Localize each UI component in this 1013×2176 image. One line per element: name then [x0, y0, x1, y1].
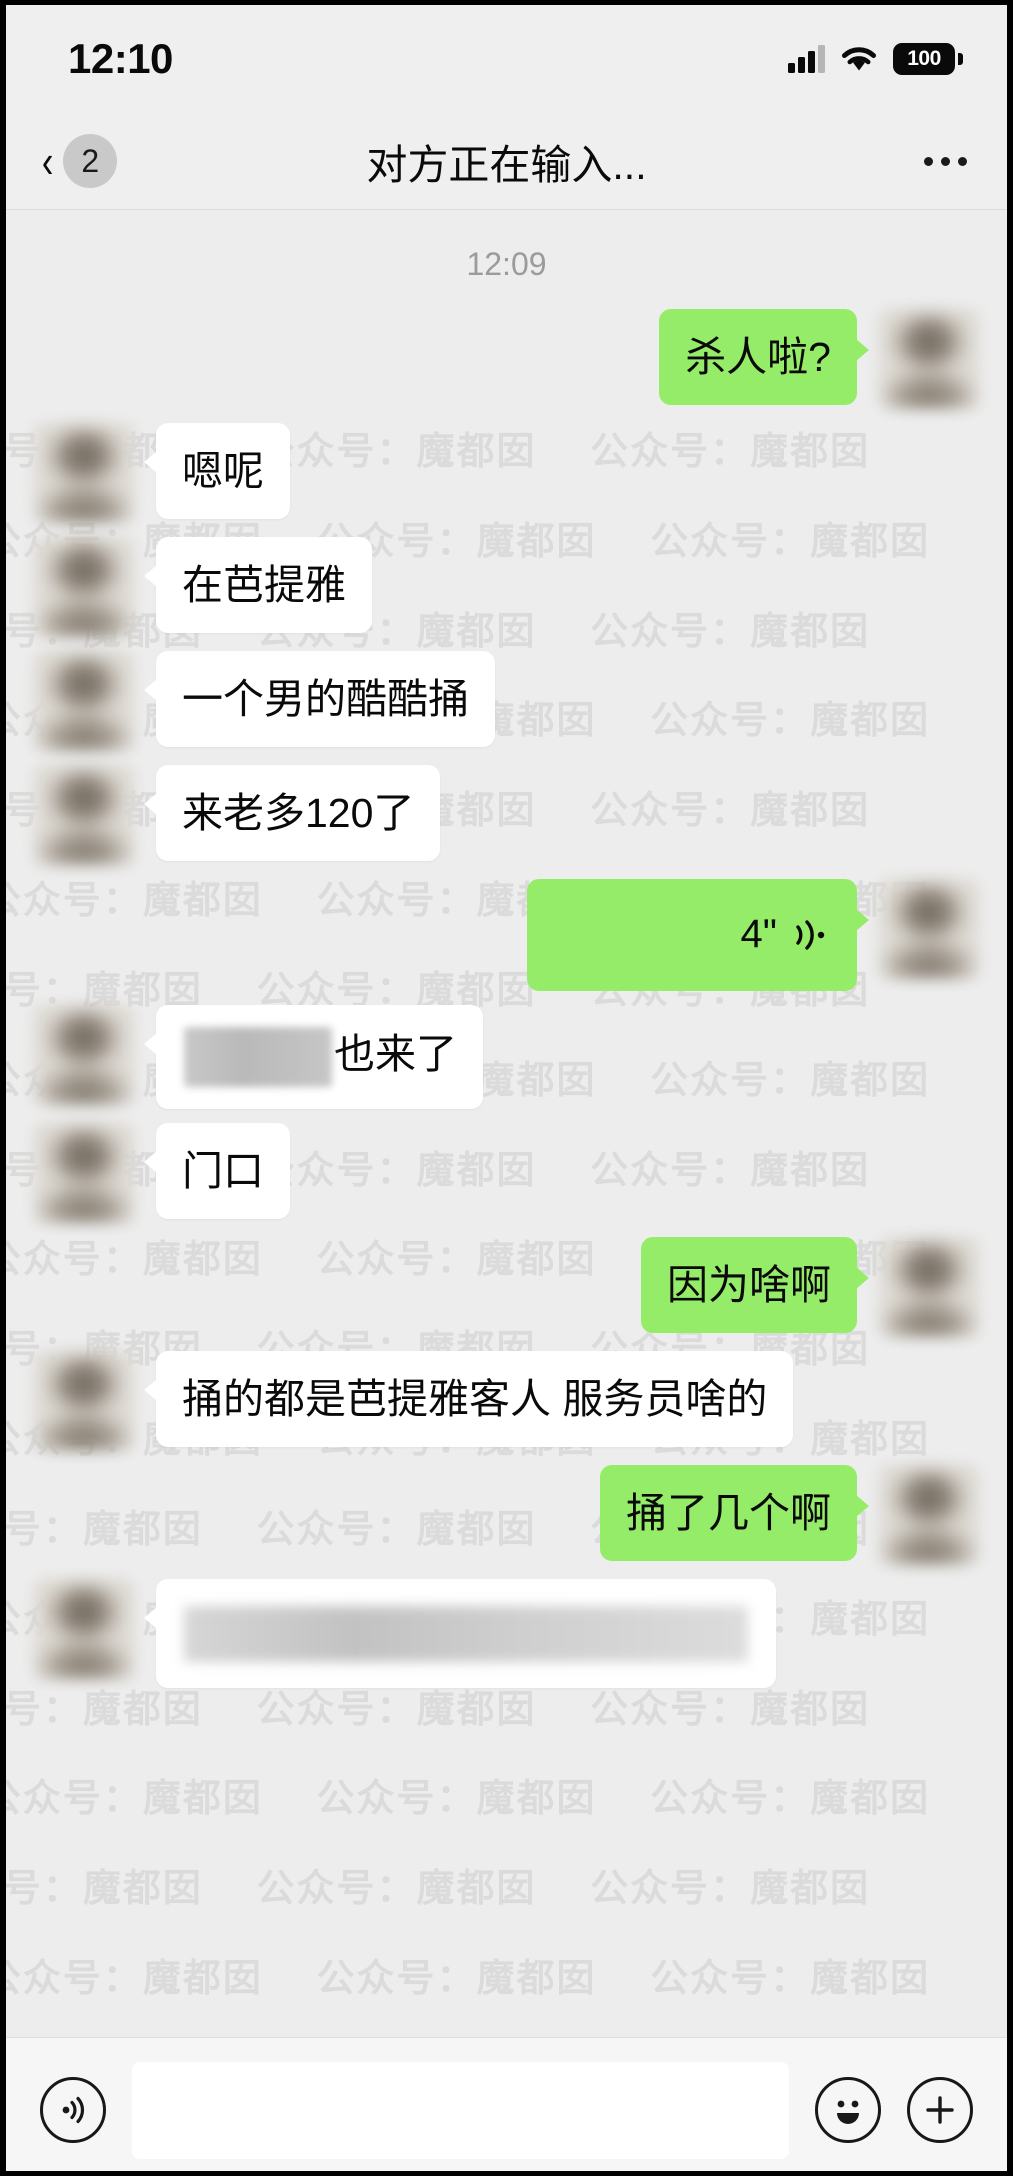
message-bubble[interactable]: 因为啥啊 [641, 1237, 869, 1334]
back-button[interactable]: ‹ 2 [40, 134, 118, 188]
message-list: 12:09 杀人啦? 嗯呢在芭提雅一个男的酷酷捅 来老多120了 4" 也来了门口因为啥… [6, 210, 1007, 1689]
avatar[interactable] [34, 1579, 134, 1679]
incoming-message-row: 来老多120了 [34, 765, 979, 865]
avatar[interactable] [34, 1005, 134, 1105]
avatar[interactable] [879, 879, 979, 979]
voice-wave-icon [791, 914, 831, 956]
message-text: 捅的都是芭提雅客人 服务员啥的 [182, 1376, 768, 1422]
incoming-message-row: 也来了 [34, 1005, 979, 1109]
message-text: 来老多120了 [182, 790, 415, 836]
voice-input-icon[interactable] [40, 2077, 106, 2143]
message-bubble[interactable]: 嗯呢 [144, 423, 290, 520]
message-text: 也来了 [334, 1030, 457, 1077]
redacted-text-block [184, 1606, 748, 1663]
partially-redacted-message-bubble[interactable]: 也来了 [144, 1005, 483, 1109]
avatar[interactable] [879, 1465, 979, 1565]
message-bubble[interactable]: 捅了几个啊 [600, 1465, 869, 1562]
avatar[interactable] [34, 537, 134, 637]
message-input[interactable] [132, 2061, 789, 2159]
incoming-message-row [34, 1579, 979, 1689]
incoming-message-row: 捅的都是芭提雅客人 服务员啥的 [34, 1351, 979, 1451]
watermark-row: 公众号：魔都囡公众号：魔都囡公众号：魔都囡 [6, 1868, 871, 1911]
avatar[interactable] [34, 1351, 134, 1451]
watermark-row: 公众号：魔都囡公众号：魔都囡公众号：魔都囡 [6, 1688, 871, 1731]
redacted-message-bubble[interactable] [144, 1579, 776, 1689]
message-bubble[interactable]: 一个男的酷酷捅 [144, 651, 495, 748]
emoji-smiley-icon[interactable] [815, 2077, 881, 2143]
battery-icon: 100 [893, 43, 963, 75]
battery-level: 100 [907, 47, 941, 70]
message-text: 因为啥啊 [667, 1262, 831, 1308]
plus-add-icon[interactable] [907, 2077, 973, 2143]
cellular-signal-icon [788, 45, 825, 73]
chevron-left-icon: ‹ [41, 135, 54, 187]
avatar[interactable] [879, 309, 979, 409]
voice-message-bubble[interactable]: 4" [527, 879, 869, 991]
chat-area[interactable]: 公众号：魔都囡 公众号：魔都囡 公众号：魔都囡 公众号：魔都囡 公众号：魔都囡 公众号：魔… [6, 210, 1007, 2037]
voice-duration: 4" [740, 912, 777, 957]
message-text: 一个男的酷酷捅 [182, 676, 469, 722]
incoming-message-row: 在芭提雅 [34, 537, 979, 637]
outgoing-message-row: 杀人啦? [34, 309, 979, 409]
outgoing-message-row: 4" [34, 879, 979, 991]
avatar[interactable] [879, 1237, 979, 1337]
avatar[interactable] [34, 1123, 134, 1223]
avatar[interactable] [34, 651, 134, 751]
wifi-icon [839, 44, 879, 74]
incoming-message-row: 嗯呢 [34, 423, 979, 523]
message-text: 在芭提雅 [182, 562, 346, 608]
outgoing-message-row: 捅了几个啊 [34, 1465, 979, 1565]
message-text: 杀人啦? [685, 334, 831, 380]
message-bubble[interactable]: 杀人啦? [659, 309, 869, 406]
message-bubble[interactable]: 在芭提雅 [144, 537, 372, 634]
phone-screen: 12:10 100 ‹ 2 对方正在输入... 公众号：魔都囡 公众号：魔都囡 … [0, 0, 1013, 2176]
message-bubble[interactable]: 来老多120了 [143, 765, 441, 862]
nav-bar: ‹ 2 对方正在输入... [6, 113, 1007, 210]
status-time: 12:10 [68, 35, 173, 82]
avatar[interactable] [34, 423, 134, 523]
message-text: 嗯呢 [182, 448, 264, 494]
unread-count-badge: 2 [63, 134, 118, 188]
incoming-message-row: 门口 [34, 1123, 979, 1223]
input-bar [6, 2037, 1007, 2171]
watermark-row: 公众号：魔都囡公众号：魔都囡公众号：魔都囡 [6, 1958, 931, 2001]
chat-timestamp: 12:09 [466, 246, 547, 282]
message-bubble[interactable]: 捅的都是芭提雅客人 服务员啥的 [143, 1351, 794, 1448]
redacted-text-block [184, 1027, 332, 1087]
message-text: 门口 [182, 1148, 264, 1194]
message-bubble[interactable]: 门口 [144, 1123, 290, 1220]
message-text: 捅了几个啊 [626, 1490, 831, 1536]
status-indicators: 100 [788, 43, 963, 75]
incoming-message-row: 一个男的酷酷捅 [34, 651, 979, 751]
page-title: 对方正在输入... [366, 142, 647, 188]
watermark-row: 公众号：魔都囡公众号：魔都囡公众号：魔都囡 [6, 1778, 931, 1821]
outgoing-message-row: 因为啥啊 [34, 1237, 979, 1337]
status-bar: 12:10 100 [6, 5, 1007, 113]
avatar[interactable] [34, 765, 134, 865]
more-options-icon[interactable] [924, 156, 967, 166]
